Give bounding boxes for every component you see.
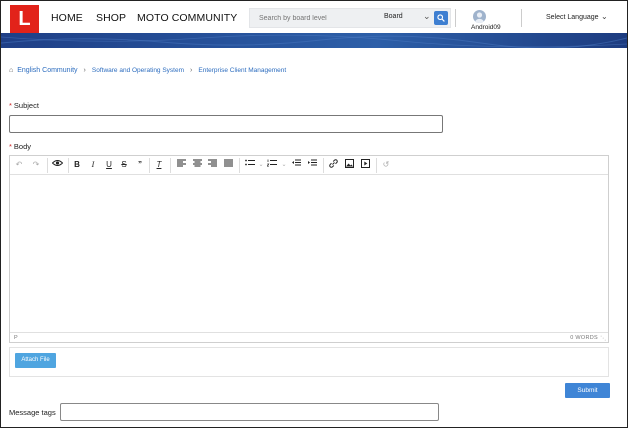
toolbar-divider — [68, 158, 69, 173]
video-icon[interactable] — [359, 159, 371, 171]
chevron-down-icon[interactable]: ⌄ — [601, 12, 608, 21]
indent-icon[interactable] — [306, 159, 318, 171]
banner-pattern — [1, 34, 627, 48]
body-label-text: Body — [13, 142, 32, 151]
body-label: * Body — [9, 142, 31, 151]
breadcrumb: ⌂ English Community › Software and Opera… — [9, 67, 286, 74]
username[interactable]: Android09 — [471, 24, 501, 31]
align-right-icon[interactable] — [206, 159, 218, 171]
clear-formatting-icon[interactable]: T — [153, 159, 165, 171]
divider — [455, 9, 456, 27]
search-button[interactable] — [434, 11, 448, 25]
toolbar-divider — [47, 158, 48, 173]
required-asterisk: * — [9, 101, 12, 110]
outdent-icon[interactable] — [290, 159, 302, 171]
home-icon[interactable]: ⌂ — [9, 67, 13, 74]
history-icon[interactable]: ↺ — [380, 159, 392, 171]
brand-logo[interactable]: L — [10, 5, 39, 34]
numbered-list-icon[interactable] — [266, 159, 278, 171]
required-asterisk: * — [9, 142, 12, 151]
toolbar-divider — [170, 158, 171, 173]
search-scope-select[interactable]: Board — [384, 13, 403, 20]
undo-icon[interactable]: ↶ — [13, 159, 25, 171]
editor-toolbar: ↶ ↷ B I U S ” T ⌄ ⌄ ↺ — [10, 156, 608, 175]
search-input[interactable] — [259, 12, 369, 25]
nav-home[interactable]: HOME — [51, 12, 83, 24]
search-bar: Board ⌄ — [249, 8, 451, 28]
chevron-down-icon[interactable]: ⌄ — [423, 11, 431, 22]
toolbar-divider — [149, 158, 150, 173]
toolbar-divider — [376, 158, 377, 173]
header-banner — [1, 33, 627, 48]
resize-grip-icon[interactable]: ⋱ — [600, 335, 606, 342]
align-left-icon[interactable] — [175, 159, 187, 171]
link-icon[interactable] — [327, 159, 339, 171]
attach-file-button[interactable]: Attach File — [15, 353, 56, 368]
redo-icon[interactable]: ↷ — [30, 159, 42, 171]
align-center-icon[interactable] — [191, 159, 203, 171]
preview-eye-icon[interactable] — [51, 159, 63, 171]
chevron-right-icon: › — [83, 67, 86, 74]
bold-icon[interactable]: B — [71, 159, 83, 171]
user-icon — [474, 12, 485, 23]
top-navigation-bar: L HOME SHOP MOTO COMMUNITY Board ⌄ Andro… — [1, 1, 627, 34]
subject-label: * Subject — [9, 101, 39, 110]
search-icon — [437, 14, 445, 22]
blockquote-icon[interactable]: ” — [134, 159, 146, 171]
body-editor-area[interactable] — [10, 175, 608, 332]
rich-text-editor: ↶ ↷ B I U S ” T ⌄ ⌄ ↺ P 0 WORDS ⋱ — [9, 155, 609, 343]
element-path: P — [14, 335, 18, 341]
message-tags-input[interactable] — [60, 403, 439, 421]
breadcrumb-english-community[interactable]: English Community — [17, 67, 77, 74]
editor-statusbar: P 0 WORDS ⋱ — [10, 332, 608, 342]
chevron-down-icon[interactable]: ⌄ — [278, 159, 290, 171]
avatar[interactable] — [473, 10, 486, 23]
nav-moto-community[interactable]: MOTO COMMUNITY — [137, 12, 237, 24]
nav-shop[interactable]: SHOP — [96, 12, 126, 24]
breadcrumb-software-and-operating-system[interactable]: Software and Operating System — [92, 67, 184, 74]
message-tags-label: Message tags — [9, 408, 56, 417]
strikethrough-icon[interactable]: S — [118, 159, 130, 171]
underline-icon[interactable]: U — [103, 159, 115, 171]
attachment-area: Attach File — [9, 347, 609, 377]
breadcrumb-enterprise-client-management[interactable]: Enterprise Client Management — [198, 67, 286, 74]
subject-label-text: Subject — [13, 101, 39, 110]
italic-icon[interactable]: I — [87, 159, 99, 171]
divider — [521, 9, 522, 27]
word-count: 0 WORDS — [570, 335, 598, 341]
submit-button[interactable]: Submit — [565, 383, 610, 398]
image-icon[interactable] — [343, 159, 355, 171]
chevron-right-icon: › — [190, 67, 193, 74]
subject-input[interactable] — [9, 115, 443, 133]
language-select[interactable]: Select Language — [546, 14, 599, 21]
toolbar-divider — [239, 158, 240, 173]
justify-icon[interactable] — [222, 159, 234, 171]
toolbar-divider — [323, 158, 324, 173]
